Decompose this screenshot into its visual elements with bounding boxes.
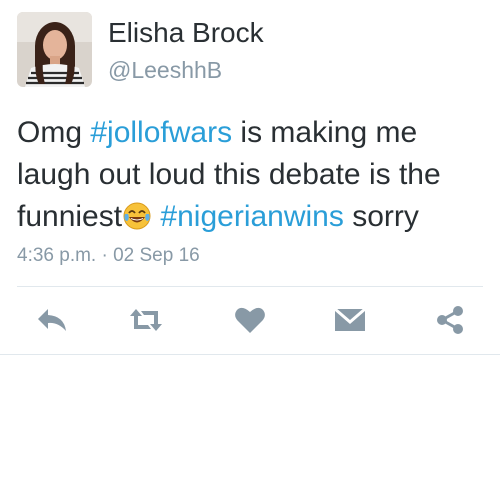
action-bar <box>0 300 500 340</box>
share-button[interactable] <box>430 304 470 336</box>
author-name[interactable]: Elisha Brock <box>108 16 264 50</box>
avatar[interactable] <box>17 12 92 87</box>
share-icon <box>437 306 463 334</box>
profile-photo <box>17 12 92 87</box>
divider <box>17 286 483 287</box>
hashtag-link[interactable]: #jollofwars <box>90 116 232 149</box>
tweet-text-segment: sorry <box>343 200 419 233</box>
heart-icon <box>235 307 265 333</box>
tweet-text: Omg #jollofwars is making me laugh out l… <box>17 112 487 238</box>
tears-of-joy-emoji <box>123 202 151 230</box>
envelope-icon <box>334 307 366 331</box>
tweet-text-segment: Omg <box>17 116 91 149</box>
author-handle[interactable]: @LeeshhB <box>108 56 222 84</box>
reply-icon <box>38 309 66 331</box>
direct-message-button[interactable] <box>330 304 370 336</box>
retweet-icon <box>130 309 162 331</box>
hashtag-link[interactable]: #nigerianwins <box>160 200 343 233</box>
tweet-card: Elisha Brock @LeeshhB Omg #jollofwars is… <box>0 0 500 355</box>
like-button[interactable] <box>230 304 270 336</box>
divider <box>0 354 500 355</box>
reply-button[interactable] <box>32 304 72 336</box>
tweet-timestamp[interactable]: 4:36 p.m. · 02 Sep 16 <box>17 243 200 269</box>
retweet-button[interactable] <box>126 304 166 336</box>
